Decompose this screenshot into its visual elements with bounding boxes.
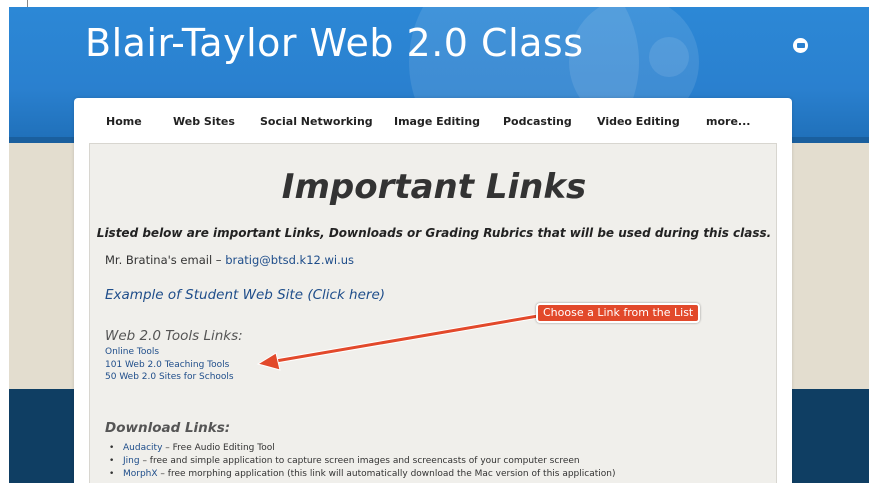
download-item: MorphX – free morphing application (this…: [109, 468, 616, 481]
download-link-morphx[interactable]: MorphX: [123, 469, 158, 479]
decorative-bubble: [649, 37, 689, 77]
email-line: Mr. Bratina's email – bratig@btsd.k12.wi…: [105, 253, 354, 267]
tools-link-list: Online Tools 101 Web 2.0 Teaching Tools …: [105, 346, 234, 384]
mail-icon[interactable]: [793, 38, 808, 53]
email-label: Mr. Bratina's email –: [105, 253, 226, 267]
email-link[interactable]: bratig@btsd.k12.wi.us: [225, 253, 354, 267]
download-list: Audacity – Free Audio Editing Tool Jing …: [109, 442, 616, 481]
nav-item-social-networking[interactable]: Social Networking: [260, 115, 373, 128]
download-desc: – free and simple application to capture…: [139, 456, 580, 466]
tools-section-title: Web 2.0 Tools Links:: [105, 328, 243, 344]
page: Blair-Taylor Web 2.0 Class Home Web Site…: [9, 7, 869, 483]
download-desc: – free morphing application (this link w…: [157, 469, 616, 479]
main-content: Important Links Listed below are importa…: [89, 143, 777, 483]
nav-item-more[interactable]: more...: [706, 115, 750, 128]
page-subtitle: Listed below are important Links, Downlo…: [96, 226, 772, 240]
nav-item-video-editing[interactable]: Video Editing: [597, 115, 680, 128]
download-link-jing[interactable]: Jing: [123, 456, 140, 466]
example-student-site-link[interactable]: Example of Student Web Site (Click here): [105, 287, 385, 303]
main-nav: Home Web Sites Social Networking Image E…: [74, 98, 792, 142]
nav-item-web-sites[interactable]: Web Sites: [173, 115, 235, 128]
tool-link-online-tools[interactable]: Online Tools: [105, 346, 234, 359]
nav-item-image-editing[interactable]: Image Editing: [394, 115, 480, 128]
download-item: Jing – free and simple application to ca…: [109, 455, 615, 468]
content-panel: Home Web Sites Social Networking Image E…: [74, 98, 792, 483]
download-item: Audacity – Free Audio Editing Tool: [109, 442, 615, 455]
callout-label: Choose a Link from the List: [536, 303, 701, 323]
tool-link-101-teaching-tools[interactable]: 101 Web 2.0 Teaching Tools: [105, 359, 234, 372]
nav-item-podcasting[interactable]: Podcasting: [503, 115, 572, 128]
download-desc: – Free Audio Editing Tool: [162, 443, 275, 453]
downloads-section-title: Download Links:: [105, 420, 231, 436]
download-link-audacity[interactable]: Audacity: [123, 443, 162, 453]
page-title: Important Links: [281, 167, 587, 207]
tool-link-50-sites[interactable]: 50 Web 2.0 Sites for Schools: [105, 371, 234, 384]
nav-item-home[interactable]: Home: [106, 115, 142, 128]
site-title[interactable]: Blair-Taylor Web 2.0 Class: [85, 21, 584, 65]
